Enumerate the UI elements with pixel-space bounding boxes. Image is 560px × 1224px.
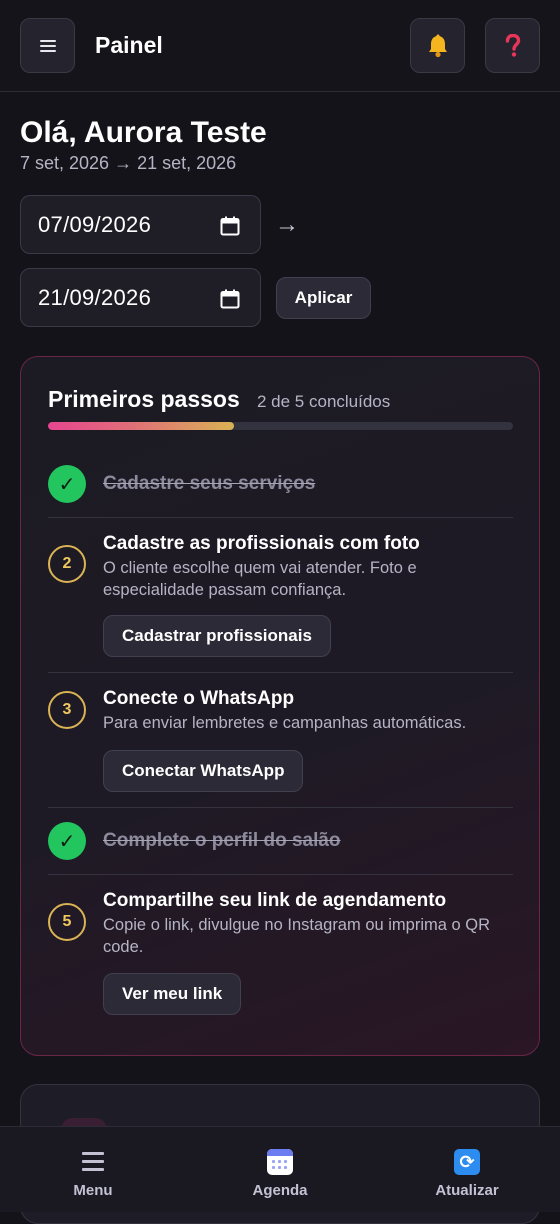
page-title: Painel <box>95 32 163 58</box>
nav-agenda-label: Agenda <box>252 1182 308 1199</box>
nav-menu[interactable]: Menu <box>33 1127 153 1213</box>
end-date-value: 21/09/2026 <box>38 284 152 310</box>
greeting-title: Olá, Aurora Teste <box>20 116 267 149</box>
start-date-value: 07/09/2026 <box>38 211 152 237</box>
step-divider <box>48 672 513 673</box>
question-icon <box>505 33 520 57</box>
step-divider <box>48 807 513 808</box>
step-description: Copie o link, divulgue no Instagram ou i… <box>103 916 491 956</box>
step-number-badge: 3 <box>48 691 86 729</box>
help-button[interactable] <box>485 18 540 73</box>
calendar-icon[interactable] <box>220 216 240 236</box>
date-range-subtitle: 7 set, 2026 → 21 set, 2026 <box>20 153 237 173</box>
end-date-input[interactable]: 21/09/2026 <box>20 268 261 327</box>
menu-button[interactable] <box>20 18 75 73</box>
step-description: Para enviar lembretes e campanhas automá… <box>103 714 467 732</box>
start-date-input[interactable]: 07/09/2026 <box>20 195 261 254</box>
range-arrow: → <box>275 211 299 238</box>
step-title: Cadastre seus serviços <box>103 473 316 494</box>
step-title: Cadastre as profissionais com foto <box>103 533 420 554</box>
step-title: Conecte o WhatsApp <box>103 688 295 709</box>
step-title: Compartilhe seu link de agendamento <box>103 890 447 911</box>
nav-agenda[interactable]: Agenda <box>220 1127 340 1213</box>
register-professionals-button[interactable]: Cadastrar profissionais <box>103 615 331 657</box>
nav-menu-label: Menu <box>73 1182 113 1199</box>
notifications-button[interactable] <box>410 18 465 73</box>
step-number-badge: 2 <box>48 545 86 583</box>
refresh-icon: ⟳ <box>454 1149 480 1175</box>
step-number-badge: 5 <box>48 903 86 941</box>
calendar-icon[interactable] <box>220 289 240 309</box>
bottom-navigation: Menu Agenda ⟳ Atualizar <box>0 1126 560 1212</box>
step-description: O cliente escolhe quem vai atender. Foto… <box>103 559 417 599</box>
onboarding-card: Primeiros passos 2 de 5 concluídos ✓ Cad… <box>20 356 540 1056</box>
step-done-check-icon: ✓ <box>48 822 86 860</box>
view-my-link-button[interactable]: Ver meu link <box>103 973 242 1015</box>
step-divider <box>48 517 513 518</box>
nav-refresh-label: Atualizar <box>435 1182 499 1199</box>
onboarding-progress-bar <box>48 422 513 430</box>
nav-refresh[interactable]: ⟳ Atualizar <box>407 1127 527 1213</box>
calendar-icon <box>267 1149 293 1175</box>
bell-icon <box>428 34 447 57</box>
onboarding-progress-fill <box>48 422 234 430</box>
top-bar: Painel <box>0 0 560 92</box>
onboarding-title: Primeiros passos <box>48 386 240 412</box>
step-title: Complete o perfil do salão <box>103 830 341 851</box>
apply-button[interactable]: Aplicar <box>276 277 371 319</box>
step-done-check-icon: ✓ <box>48 465 86 503</box>
step-divider <box>48 874 513 875</box>
hamburger-icon <box>39 39 56 52</box>
menu-icon <box>80 1149 106 1175</box>
onboarding-count: 2 de 5 concluídos <box>257 392 391 411</box>
connect-whatsapp-button[interactable]: Conectar WhatsApp <box>103 750 304 792</box>
